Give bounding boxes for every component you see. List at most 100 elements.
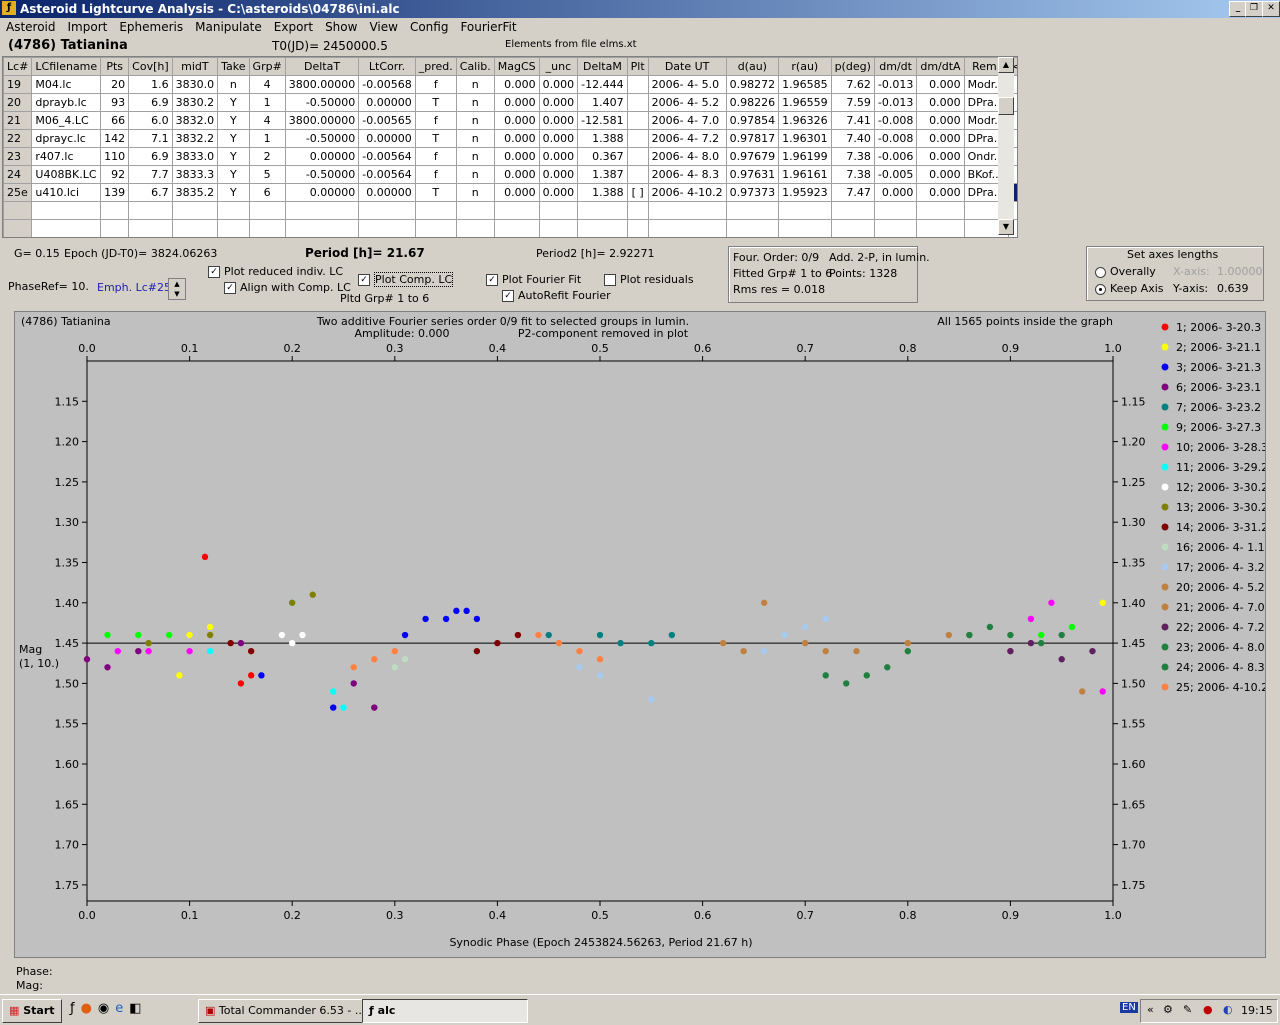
table-row[interactable]: 20 dprayb.lc 93 6.9 3830.2 Y 1 -0.50000 0.00000 T… [3, 93, 1017, 112]
table-cell[interactable]: Y [217, 93, 250, 112]
lightcurve-table[interactable]: Lc# LCfilename Pts Cov[h] midT Take Grp# DeltaT… [2, 56, 1018, 238]
table-cell[interactable]: 6.0 [128, 111, 173, 130]
table-cell[interactable]: n [455, 147, 495, 166]
table-cell[interactable] [626, 147, 649, 166]
autorefit-checkbox[interactable]: ✓ AutoRefit Fourier [502, 289, 611, 302]
table-cell[interactable] [626, 75, 649, 94]
overally-radio[interactable]: Overally [1095, 265, 1156, 278]
table-cell[interactable]: -0.006 [873, 147, 918, 166]
table-cell[interactable]: 142 [100, 129, 130, 148]
start-button[interactable]: ▦ Start [2, 999, 62, 1023]
table-cell[interactable]: 0.00000 [358, 183, 416, 202]
column-header[interactable]: r(au) [778, 57, 832, 76]
column-header[interactable]: Lc# [3, 57, 33, 76]
table-cell[interactable]: 0.97817 [725, 129, 780, 148]
table-cell[interactable]: 7.62 [830, 75, 875, 94]
plot-reduced-checkbox[interactable]: ✓ Plot reduced indiv. LC [208, 265, 343, 278]
tray-icon-1[interactable]: ⚙ [1163, 1003, 1173, 1016]
table-cell[interactable]: 1 [248, 93, 286, 112]
table-cell[interactable]: 2006- 4- 7.0 [647, 111, 727, 130]
table-cell[interactable]: M06_4.LC [31, 111, 102, 130]
emph-spinner[interactable]: ▲ ▼ [168, 278, 186, 300]
table-cell[interactable]: 1.95923 [778, 183, 832, 202]
column-header[interactable]: p(deg) [830, 57, 875, 76]
table-cell[interactable]: 3833.3 [171, 165, 219, 184]
table-cell[interactable]: M04.lc [31, 75, 102, 94]
row-header[interactable]: 19 [3, 75, 33, 94]
table-cell[interactable]: -0.00565 [358, 111, 416, 130]
quicklaunch-app-icon[interactable]: ƒ [70, 1001, 81, 1016]
table-row[interactable]: 19 M04.lc 20 1.6 3830.0 n 4 3800.00000 -0.00568 f… [3, 75, 1017, 94]
table-cell[interactable]: 3800.00000 [284, 111, 360, 130]
table-cell[interactable]: T [414, 129, 457, 148]
column-header[interactable]: Cov[h] [128, 57, 173, 76]
table-cell[interactable]: 0.000 [538, 129, 579, 148]
column-header[interactable]: MagCS [493, 57, 540, 76]
table-cell[interactable]: 1.387 [577, 165, 628, 184]
column-header[interactable]: Pts [100, 57, 130, 76]
menu-ephemeris[interactable]: Ephemeris [113, 18, 189, 34]
menu-fourierfit[interactable]: FourierFit [454, 18, 522, 34]
table-cell[interactable]: 0.000 [493, 75, 540, 94]
table-cell[interactable] [626, 165, 649, 184]
column-header[interactable]: _pred. [414, 57, 457, 76]
table-cell[interactable]: 2006- 4- 5.2 [647, 93, 727, 112]
table-row[interactable]: 25e u410.lci 139 6.7 3835.2 Y 6 0.00000 0.00000 T… [3, 183, 1017, 202]
table-cell[interactable]: -12.581 [577, 111, 628, 130]
close-button[interactable]: ✕ [1262, 1, 1280, 17]
table-cell[interactable]: f [414, 111, 457, 130]
table-cell[interactable]: 0.00000 [358, 93, 416, 112]
column-header[interactable]: _unc [538, 57, 579, 76]
table-cell[interactable]: 2006- 4- 7.2 [647, 129, 727, 148]
plot-panel[interactable]: (4786) Tatianina Two additive Fourier se… [14, 311, 1268, 958]
table-cell[interactable]: 0.000 [538, 75, 579, 94]
table-cell[interactable]: 1 [248, 129, 286, 148]
table-cell[interactable]: n [455, 129, 495, 148]
table-cell[interactable]: 0.00000 [284, 147, 360, 166]
column-header[interactable]: midT [171, 57, 219, 76]
table-cell[interactable]: 0.000 [538, 147, 579, 166]
row-header[interactable]: 21 [3, 111, 33, 130]
table-cell[interactable]: 2006- 4- 8.0 [647, 147, 727, 166]
menu-config[interactable]: Config [404, 18, 455, 34]
maximize-button[interactable]: ❐ [1245, 1, 1263, 17]
table-cell[interactable]: 7.7 [128, 165, 173, 184]
scroll-up-button[interactable]: ▲ [998, 57, 1014, 73]
table-row[interactable]: 24 U408BK.LC 92 7.7 3833.3 Y 5 -0.50000 -0.00564… [3, 165, 1017, 184]
table-cell[interactable]: 3830.2 [171, 93, 219, 112]
table-cell[interactable]: 0.000 [916, 147, 965, 166]
table-cell[interactable]: 7.41 [830, 111, 875, 130]
column-header[interactable]: Plt [626, 57, 649, 76]
table-cell[interactable]: 92 [100, 165, 130, 184]
table-cell[interactable]: -0.50000 [284, 129, 360, 148]
table-cell[interactable]: 3835.2 [171, 183, 219, 202]
column-header[interactable]: LtCorr. [358, 57, 416, 76]
table-cell[interactable]: T [414, 183, 457, 202]
table-cell[interactable]: f [414, 75, 457, 94]
table-cell[interactable]: T [414, 93, 457, 112]
table-row[interactable]: 21 M06_4.LC 66 6.0 3832.0 Y 4 3800.00000 -0.0056… [3, 111, 1017, 130]
table-cell[interactable]: -0.50000 [284, 93, 360, 112]
table-cell[interactable]: -0.005 [873, 165, 918, 184]
table-cell[interactable]: n [217, 75, 250, 94]
table-cell[interactable]: dprayc.lc [31, 129, 102, 148]
table-cell[interactable]: Y [217, 165, 250, 184]
lightcurve-plot[interactable]: (4786) Tatianina Two additive Fourier se… [15, 312, 1268, 957]
table-row[interactable]: 22 dprayc.lc 142 7.1 3832.2 Y 1 -0.50000 0.00000… [3, 129, 1017, 148]
table-cell[interactable]: -0.008 [873, 129, 918, 148]
table-cell[interactable]: Y [217, 129, 250, 148]
table-cell[interactable]: 1.388 [577, 129, 628, 148]
row-header[interactable]: 25e [3, 183, 33, 202]
table-cell[interactable] [626, 93, 649, 112]
table-cell[interactable]: 0.000 [493, 111, 540, 130]
table-cell[interactable]: 2 [248, 147, 286, 166]
keep-axis-radio[interactable]: Keep Axis [1095, 282, 1164, 295]
row-header[interactable]: 23 [3, 147, 33, 166]
tray-icon-4[interactable]: ◐ [1223, 1003, 1233, 1016]
table-cell[interactable]: 0.98226 [725, 93, 780, 112]
table-cell[interactable]: -0.013 [873, 93, 918, 112]
table-cell[interactable]: 4 [248, 75, 286, 94]
task-total-commander[interactable]: ▣ Total Commander 6.53 - ... [198, 999, 364, 1023]
table-cell[interactable]: 66 [100, 111, 130, 130]
table-cell[interactable]: 1.96301 [778, 129, 832, 148]
